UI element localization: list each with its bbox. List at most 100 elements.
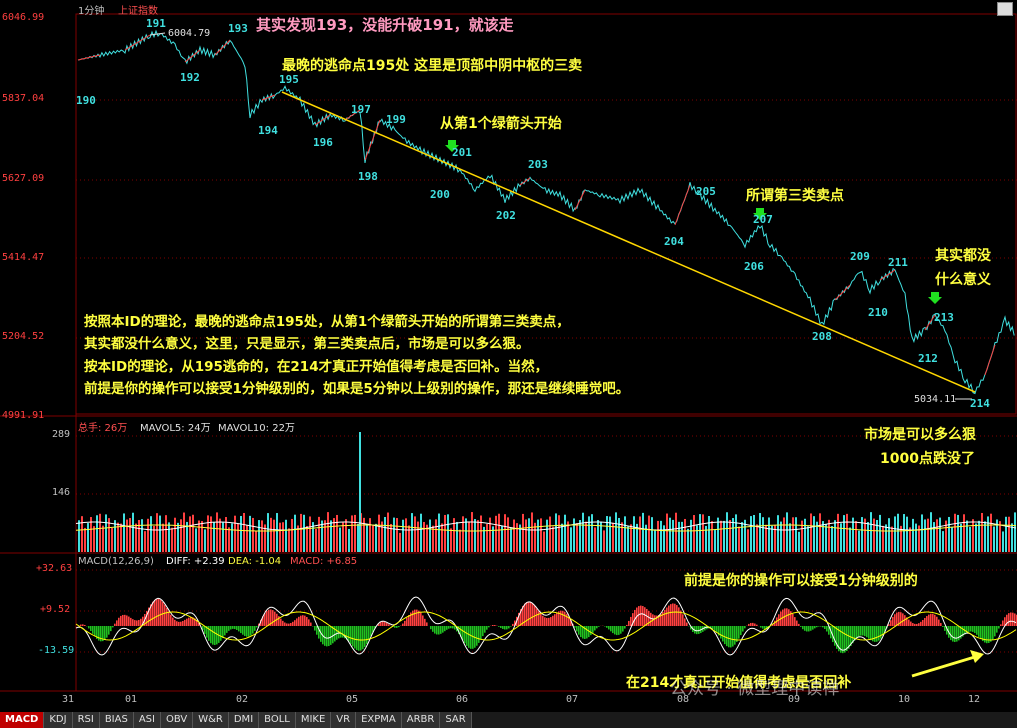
macd-histogram-bar [640,605,642,626]
tab-wr[interactable]: W&R [193,712,229,728]
macd-histogram-bar [240,626,242,634]
macd-histogram-bar [932,613,934,626]
volume-bar [486,524,488,552]
macd-histogram-bar [84,624,86,626]
period-label[interactable]: 1分钟 [78,2,104,17]
macd-histogram-bar [912,623,914,626]
macd-histogram-bar [168,611,170,626]
volume-bar [243,512,245,552]
macd-histogram-bar [538,611,540,626]
volume-bar [423,521,425,552]
macd-histogram-bar [554,614,556,626]
x-tick: 12 [968,694,981,705]
volume-bar [129,518,131,552]
macd-histogram-bar [628,620,630,626]
volume-bar [207,515,209,552]
macd-histogram-bar [220,626,222,641]
volume-bar [480,515,482,552]
macd-histogram-bar [696,626,698,635]
tab-dmi[interactable]: DMI [228,712,260,728]
volume-bar [615,512,617,552]
macd-histogram-bar [950,626,952,641]
volume-bar [594,527,596,552]
macd-histogram-bar [366,626,368,644]
index-name: 上证指数 [118,6,158,17]
volume-bar [624,516,626,552]
tab-expma[interactable]: EXPMA [356,712,402,728]
volume-bar [879,514,881,552]
wave-label: 202 [496,209,516,222]
macd-histogram-bar [756,624,758,626]
volume-bar [408,525,410,552]
macd-histogram-bar [528,601,530,626]
volume-bar [363,517,365,552]
macd-histogram-bar [540,613,542,626]
macd-histogram-bar [548,617,550,626]
volume-bar [792,517,794,552]
macd-histogram-bar [980,626,982,640]
tab-macd[interactable]: MACD [0,712,45,728]
macd-histogram-bar [138,620,140,626]
macd-histogram-bar [664,609,666,626]
tab-rsi[interactable]: RSI [72,712,100,728]
macd-histogram-bar [472,626,474,649]
macd-histogram-bar [730,626,732,648]
volume-bar [411,513,413,552]
volume-bar [795,517,797,552]
volume-bar [180,519,182,552]
macd-histogram-bar [256,626,258,628]
macd-histogram-bar [212,626,214,645]
tab-bias[interactable]: BIAS [99,712,134,728]
tab-asi[interactable]: ASI [133,712,161,728]
macd-histogram-bar [910,621,912,626]
volume-bar [840,523,842,552]
macd-histogram-bar [498,626,500,627]
volume-bar [234,515,236,552]
volume-bar [585,521,587,552]
macd-histogram-bar [480,626,482,640]
tab-sar[interactable]: SAR [440,712,472,728]
macd-histogram-bar [492,625,494,626]
volume-bar [552,526,554,552]
macd-histogram-bar [992,626,994,640]
tab-arbr[interactable]: ARBR [401,712,441,728]
volume-bar [396,518,398,552]
macd-histogram-bar [436,626,438,635]
macd-histogram-bar [994,626,996,637]
volume-bar [120,523,122,552]
macd-histogram-bar [340,626,342,638]
volume-bar [342,522,344,552]
tab-kdj[interactable]: KDJ [44,712,73,728]
annotation-market-1: 市场是可以多么狠 [864,427,976,443]
volume-bar [759,513,761,552]
macd-histogram-bar [592,626,594,633]
wave-label: 200 [430,188,450,201]
volume-bar [591,514,593,552]
macd-histogram-bar [914,623,916,626]
tab-mike[interactable]: MIKE [295,712,332,728]
macd-histogram-bar [952,626,954,642]
macd-histogram-bar [172,617,174,626]
macd-histogram-bar [216,626,218,645]
window-restore-icon[interactable] [997,2,1013,16]
macd-histogram-bar [556,612,558,626]
macd-histogram-bar [866,626,868,638]
macd-histogram-bar [354,626,356,649]
tab-obv[interactable]: OBV [160,712,194,728]
macd-value-label: MACD: +6.85 [290,556,358,567]
volume-bar [966,520,968,552]
volume-bar [885,524,887,552]
macd-histogram-bar [542,615,544,626]
tab-boll[interactable]: BOLL [259,712,296,728]
macd-histogram-bar [990,626,992,642]
macd-histogram-bar [788,609,790,626]
x-tick: 10 [898,694,911,705]
macd-histogram-bar [88,626,90,629]
tab-vr[interactable]: VR [331,712,357,728]
volume-bar [540,518,542,552]
volume-bar [78,520,80,552]
macd-histogram-bar [404,620,406,626]
volume-bar [462,516,464,552]
macd-histogram-bar [394,626,396,628]
macd-histogram-bar [846,626,848,652]
